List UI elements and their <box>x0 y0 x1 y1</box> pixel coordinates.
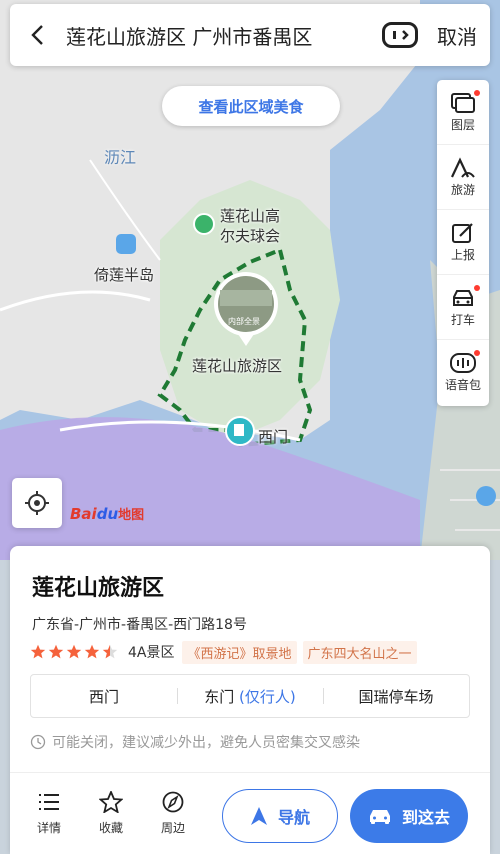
golf-pin <box>193 213 215 235</box>
gate-note: (仅行人) <box>239 687 296 706</box>
golf-label: 莲花山高 尔夫球会 <box>220 207 281 245</box>
logo-map: 地图 <box>118 508 145 523</box>
tag: 广东四大名山之一 <box>302 640 417 664</box>
taxi-button[interactable]: 打车 <box>437 275 489 340</box>
notification-dot <box>474 90 480 96</box>
gate-name: 国瑞停车场 <box>358 687 434 706</box>
voice-icon <box>382 22 418 48</box>
compass-icon <box>162 791 184 813</box>
report-button[interactable]: 上报 <box>437 210 489 275</box>
star-icon <box>30 644 46 659</box>
scenic-label: 莲花山旅游区 <box>192 357 283 375</box>
logo-bai: Bai <box>70 505 97 523</box>
notification-dot <box>474 285 480 291</box>
favorite-button[interactable]: 收藏 <box>88 789 134 836</box>
locate-icon <box>25 491 49 515</box>
navigate-button[interactable]: 导航 <box>222 789 338 843</box>
gate-parking[interactable]: 国瑞停车场 <box>323 686 469 707</box>
panorama-label: 内部全景 <box>228 317 260 326</box>
navigate-label: 导航 <box>277 808 310 827</box>
travel-icon <box>451 156 475 178</box>
toolbar-label: 语音包 <box>444 378 481 392</box>
voice-pack-icon <box>450 353 476 373</box>
toolbar-label: 图层 <box>450 117 475 132</box>
taxi-icon <box>453 289 473 306</box>
poi-card: 莲花山旅游区 广东省-广州市-番禺区-西门路18号 4A景区 《西游记》取景地 … <box>10 546 490 854</box>
details-button[interactable]: 详情 <box>26 791 72 836</box>
search-bar: 莲花山旅游区 广州市番禺区 取消 <box>10 4 490 66</box>
layers-icon <box>451 92 475 113</box>
notification-dot <box>474 350 480 356</box>
gates-bar: 西门 东门 (仅行人) 国瑞停车场 <box>30 674 470 718</box>
toolbar-label: 旅游 <box>450 182 475 197</box>
map-canvas <box>0 0 500 560</box>
star-icon <box>66 644 82 659</box>
map-pin-right <box>476 486 496 506</box>
details-label: 详情 <box>36 821 61 835</box>
gate-west[interactable]: 西门 <box>31 686 177 707</box>
navigation-arrow-icon <box>250 807 267 825</box>
notice-text: 可能关闭，建议减少外出，避免人员密集交叉感染 <box>52 735 360 751</box>
chevron-left-icon <box>31 25 43 45</box>
star-icon <box>48 644 64 659</box>
scenic-level: 4A景区 <box>128 645 175 661</box>
star-outline-icon <box>98 789 124 814</box>
report-icon <box>452 222 473 243</box>
layers-button[interactable]: 图层 <box>437 80 489 145</box>
toolbar-label: 打车 <box>450 312 475 327</box>
rating-row: 4A景区 《西游记》取景地 广东四大名山之一 <box>30 640 423 664</box>
list-icon <box>39 794 59 810</box>
gate-name: 西门 <box>88 687 119 706</box>
star-icon <box>84 644 100 659</box>
nearby-label: 周边 <box>160 821 185 835</box>
voice-button[interactable] <box>376 4 424 66</box>
cancel-button[interactable]: 取消 <box>424 21 490 50</box>
gate-label: 西门 <box>258 428 289 446</box>
baidu-map-logo: Baidu地图 <box>70 504 144 523</box>
back-button[interactable] <box>10 4 66 66</box>
poi-address: 广东省-广州市-番禺区-西门路18号 <box>32 617 247 633</box>
gate-east[interactable]: 东门 (仅行人) <box>177 686 323 707</box>
nearby-button[interactable]: 周边 <box>150 791 196 836</box>
logo-du: du <box>96 505 119 523</box>
star-half-icon <box>102 644 118 659</box>
poi-title: 莲花山旅游区 <box>32 576 165 601</box>
hotel-pin <box>116 234 136 254</box>
favorite-label: 收藏 <box>98 821 123 835</box>
travel-button[interactable]: 旅游 <box>437 145 489 210</box>
nearby-food-button[interactable]: 查看此区域美食 <box>162 86 340 126</box>
voice-pack-button[interactable]: 语音包 <box>437 340 489 405</box>
river-label: 沥江 <box>104 148 137 167</box>
map-toolbar: 图层 旅游 上报 打车 语音包 <box>437 80 489 406</box>
search-input[interactable]: 莲花山旅游区 广州市番禺区 <box>66 21 376 50</box>
clock-icon <box>30 734 46 750</box>
closure-notice: 可能关闭，建议减少外出，避免人员密集交叉感染 <box>30 732 360 752</box>
toolbar-label: 上报 <box>450 247 475 262</box>
action-bar: 详情 收藏 周边 导航 到这去 <box>10 772 490 854</box>
go-here-label: 到这去 <box>401 808 450 827</box>
gate-name: 东门 <box>204 687 235 706</box>
map-view[interactable]: 沥江 莲花山高 尔夫球会 倚莲半岛 莲花山旅游区 内部全景 西门 <box>0 0 500 560</box>
go-here-button[interactable]: 到这去 <box>350 789 468 843</box>
locate-button[interactable] <box>12 478 62 528</box>
tag: 《西游记》取景地 <box>182 640 297 664</box>
car-icon <box>369 810 390 824</box>
island-label: 倚莲半岛 <box>94 266 155 284</box>
